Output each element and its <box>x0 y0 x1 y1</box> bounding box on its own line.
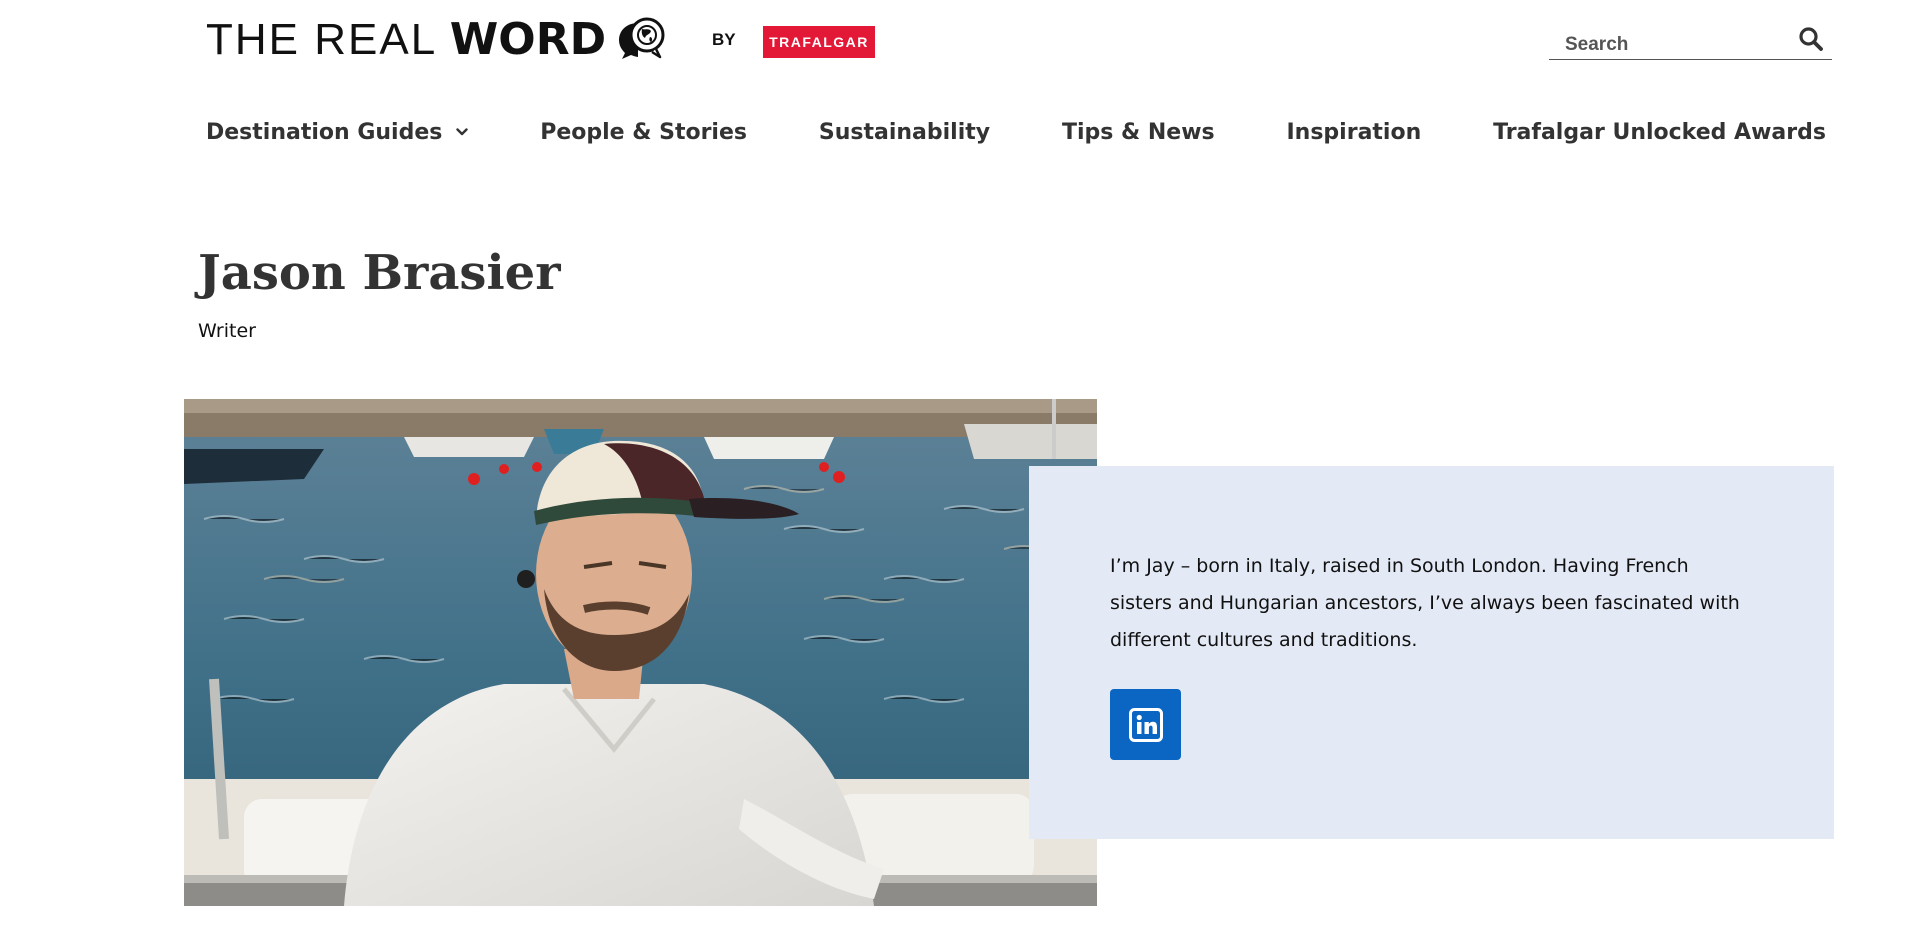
logo-wordmark: THE REAL WORD <box>206 18 606 62</box>
author-name: Jason Brasier <box>198 245 561 301</box>
author-photo <box>184 399 1097 906</box>
search-icon <box>1798 27 1823 51</box>
trafalgar-badge[interactable]: TRAFALGAR <box>763 26 875 58</box>
logo-wordmark-light: THE REAL <box>206 15 450 64</box>
linkedin-icon <box>1128 707 1163 742</box>
logo-wordmark-bold: WORD <box>449 14 607 65</box>
search-bar <box>1549 24 1832 60</box>
search-button[interactable] <box>1789 24 1832 60</box>
author-role: Writer <box>198 320 256 342</box>
nav-item-tips-news[interactable]: Tips & News <box>1062 120 1215 145</box>
chevron-down-icon <box>456 128 469 136</box>
author-bio: I’m Jay – born in Italy, raised in South… <box>1110 555 1740 651</box>
site-logo[interactable]: THE REAL WORD <box>206 16 668 64</box>
nav-item-destination-guides[interactable]: Destination Guides <box>206 119 469 145</box>
nav-item-inspiration[interactable]: Inspiration <box>1286 120 1421 145</box>
nav-item-label: Destination Guides <box>206 119 443 145</box>
site-header: THE REAL WORD BY TRAFALGAR <box>0 0 1920 80</box>
nav-item-trafalgar-unlocked-awards[interactable]: Trafalgar Unlocked Awards <box>1493 120 1826 145</box>
linkedin-button[interactable] <box>1110 689 1181 760</box>
author-bio-card: I’m Jay – born in Italy, raised in South… <box>1029 466 1834 839</box>
author-photo-illustration <box>184 399 1097 906</box>
by-label: BY <box>712 30 736 49</box>
search-input[interactable] <box>1549 24 1789 60</box>
nav-item-sustainability[interactable]: Sustainability <box>819 120 990 145</box>
main-nav: Destination Guides People & Stories Sust… <box>206 112 1826 152</box>
nav-item-people-stories[interactable]: People & Stories <box>540 120 747 145</box>
globe-speech-bubble-icon <box>619 17 665 59</box>
